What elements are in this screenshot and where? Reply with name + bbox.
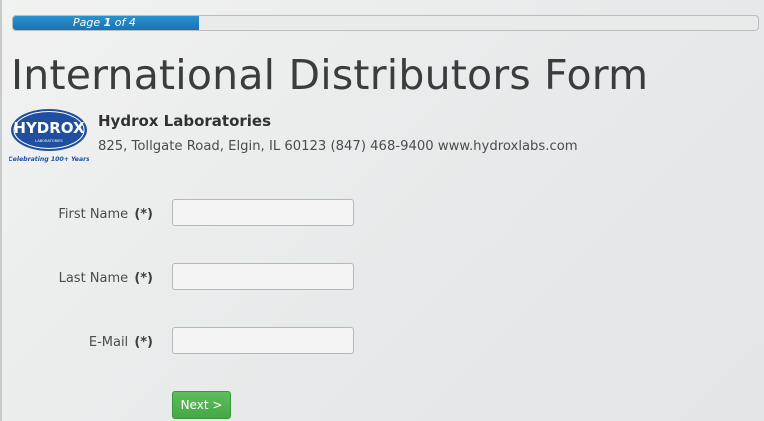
window-left-border xyxy=(0,0,2,421)
required-marker: (*) xyxy=(134,335,153,350)
progress-label-prefix: Page xyxy=(73,16,104,29)
email-label: E-Mail (*) xyxy=(89,329,153,357)
logo-text: HYDROX xyxy=(13,119,85,137)
email-input[interactable] xyxy=(172,327,354,354)
form-title: International Distributors Form xyxy=(11,51,649,99)
first-name-label: First Name (*) xyxy=(58,201,153,229)
required-marker: (*) xyxy=(134,207,153,222)
company-contact-info: 825, Tollgate Road, Elgin, IL 60123 (847… xyxy=(98,139,578,154)
logo-subtext: LABORATORIES xyxy=(35,139,63,143)
email-label-text: E-Mail xyxy=(88,335,129,350)
company-name: Hydrox Laboratories xyxy=(98,112,272,130)
first-name-input[interactable] xyxy=(172,199,354,226)
first-name-label-text: First Name xyxy=(58,207,129,222)
required-marker: (*) xyxy=(134,271,153,286)
hydrox-logo: HYDROX LABORATORIES Celebrating 100+ Yea… xyxy=(9,109,89,163)
last-name-label: Last Name (*) xyxy=(59,265,153,293)
next-button[interactable]: Next > xyxy=(172,391,231,419)
logo-tagline: Celebrating 100+ Years xyxy=(9,155,89,163)
last-name-label-text: Last Name xyxy=(58,271,129,286)
last-name-input[interactable] xyxy=(172,263,354,290)
progress-bar: Page 1 of 4 xyxy=(12,15,759,31)
progress-label: Page 1 of 4 xyxy=(73,16,136,30)
progress-label-suffix: of 4 xyxy=(111,16,136,29)
